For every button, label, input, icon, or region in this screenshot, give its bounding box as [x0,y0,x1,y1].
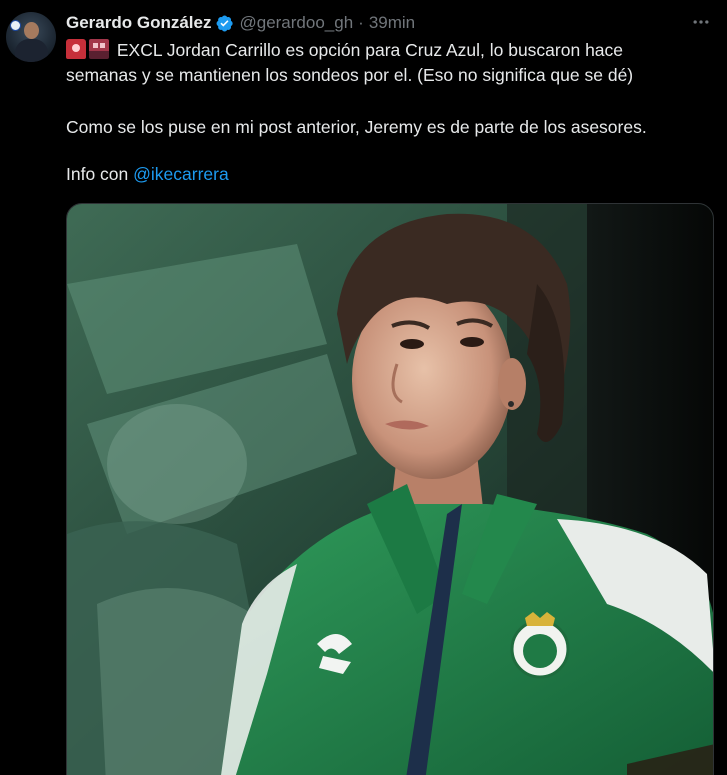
post-time[interactable]: 39min [369,13,415,33]
photo-player-in-green-jacket [67,204,713,775]
separator-dot: · [358,13,364,32]
tweet-line-1: EXCL Jordan Carrillo es opción para Cruz… [116,40,624,60]
author-name[interactable]: Gerardo González [66,13,211,33]
tweet-paragraph-3: Info con @ikecarrera [66,162,229,187]
author-handle[interactable]: @gerardoo_gh [239,13,353,33]
tweet-header: Gerardo González @gerardoo_gh · 39min [66,12,415,34]
police-light-emoji-icon [66,39,86,59]
tweet-photo[interactable] [66,203,714,775]
train-emoji-icon [89,39,109,59]
mention-link[interactable]: @ikecarrera [133,164,229,184]
verified-badge-icon[interactable] [215,14,234,33]
info-prefix: Info con [66,164,134,184]
tweet-text: EXCL Jordan Carrillo es opción para Cruz… [66,38,711,88]
tweet-card[interactable]: Gerardo González @gerardoo_gh · 39min EX… [0,0,727,775]
club-badge-icon [10,20,21,31]
more-options-icon[interactable] [688,10,714,34]
tweet-line-2: semanas y se mantienen los sondeos por e… [66,65,634,85]
tweet-paragraph-2: Como se los puse en mi post anterior, Je… [66,117,647,137]
author-avatar[interactable] [6,12,56,62]
